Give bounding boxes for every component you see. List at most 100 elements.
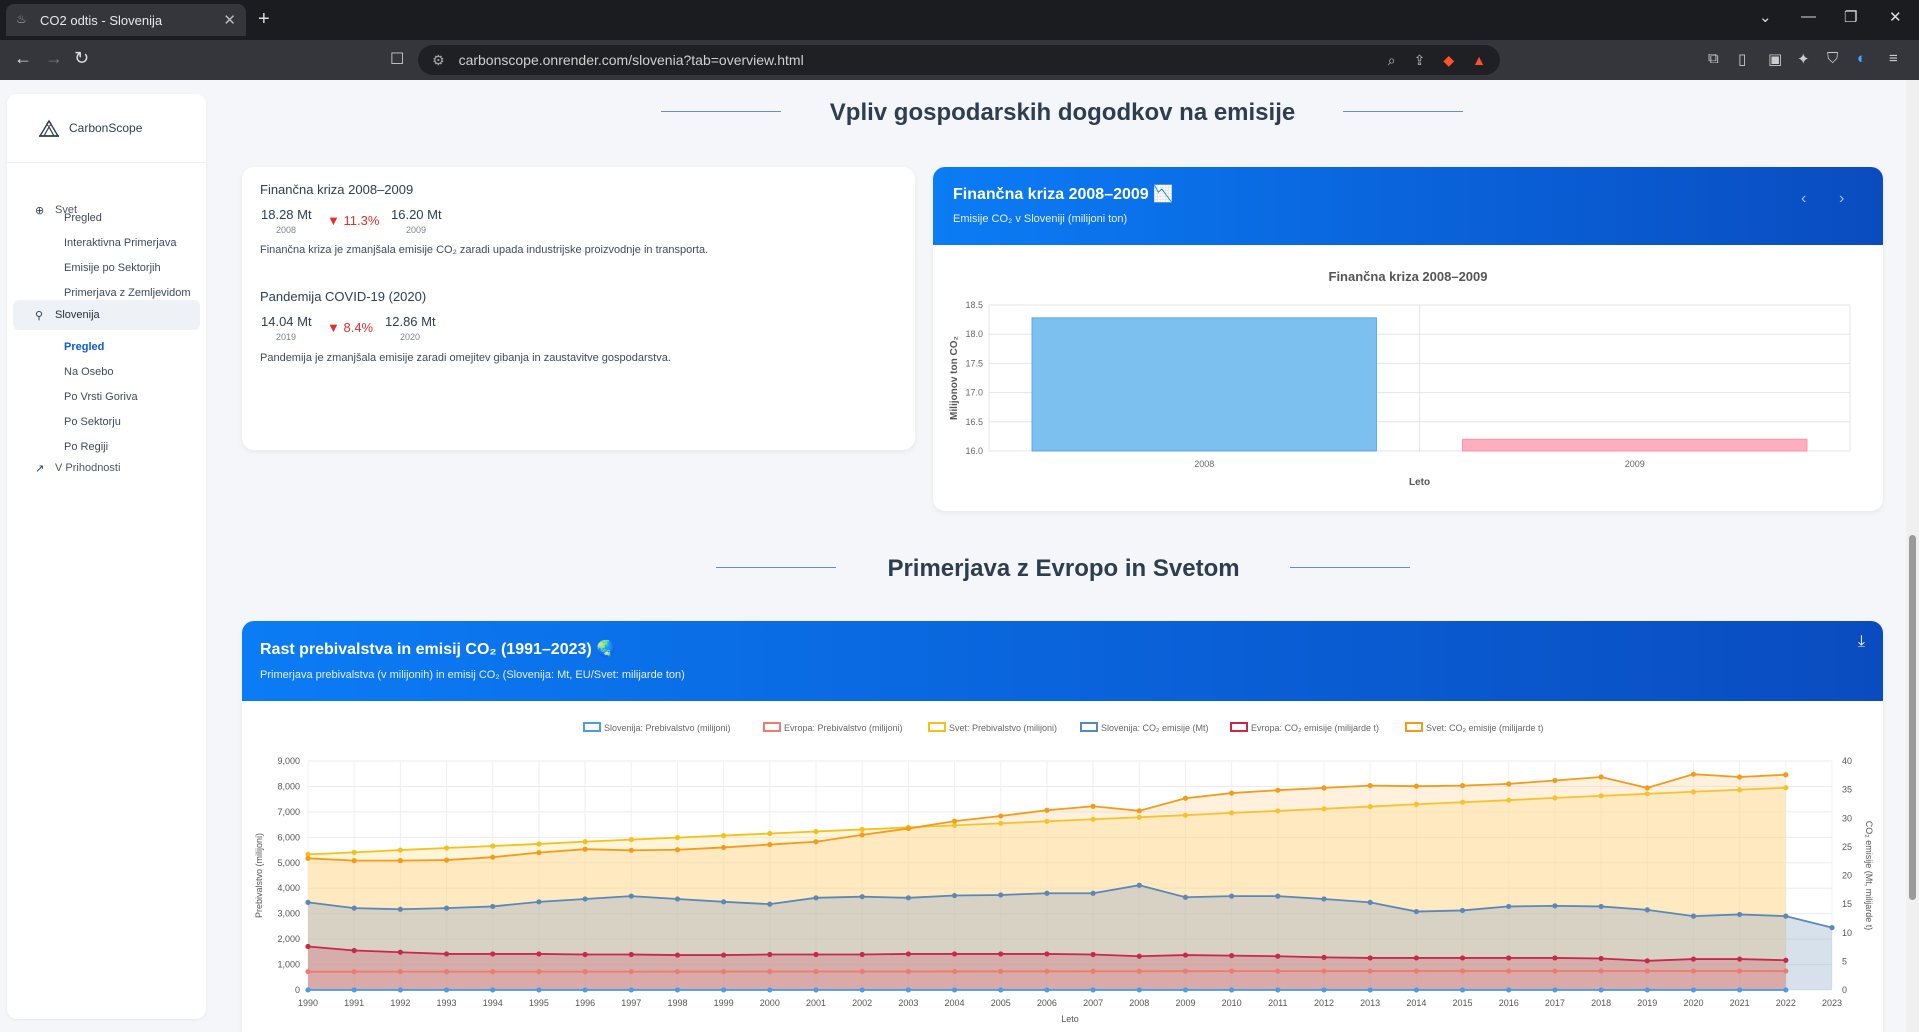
bar-2009 [1462, 438, 1808, 452]
x-tick-label: 2008 [1129, 998, 1149, 1008]
nav-slo-pregled[interactable]: Pregled [64, 341, 104, 353]
nav-svet-primerjava-z-zemljevidom[interactable]: Primerjava z Zemljevidom [64, 287, 191, 299]
legend-label: Svet: CO₂ emisije (milijarde t) [1426, 723, 1544, 733]
x-tick-label: 1990 [298, 998, 318, 1008]
nav-slo-na-osebo[interactable]: Na Osebo [64, 366, 114, 378]
minimize-icon[interactable]: — [1801, 8, 1816, 25]
series-point [1644, 907, 1650, 913]
x-tick-label: 2006 [1037, 998, 1057, 1008]
page-scrollbar[interactable] [1906, 80, 1919, 1032]
series-point [859, 987, 865, 993]
tab-search-chevron-icon[interactable]: ⌄ [1759, 8, 1772, 26]
series-point [1321, 896, 1327, 902]
nav-slo-po-vrsti-goriva[interactable]: Po Vrsti Goriva [64, 391, 138, 403]
tab-close-icon[interactable]: ✕ [223, 11, 236, 29]
series-point [397, 969, 403, 975]
legend-label: Svet: Prebivalstvo (milijoni) [949, 723, 1057, 733]
prev-chevron-icon[interactable]: ‹ [1801, 190, 1806, 208]
series-point [998, 987, 1004, 993]
site-settings-icon[interactable]: ⚙ [432, 52, 445, 69]
series-point [1413, 968, 1419, 974]
nav-slo-po-regiji[interactable]: Po Regiji [64, 441, 108, 453]
covid-percent-change: ▼ 8.4% [327, 320, 374, 335]
nav-slovenija-label: Slovenija [55, 309, 100, 321]
right-y-tick-label: 10 [1842, 928, 1852, 938]
population-line-chart: Slovenija: Prebivalstvo (milijoni) Evropa… [254, 722, 1874, 1024]
series-point [1737, 774, 1743, 780]
x-tick-label: 2004 [945, 998, 965, 1008]
nav-slovenija[interactable]: ⚲ Slovenija [13, 300, 200, 330]
menu-icon[interactable]: ≡ [1889, 50, 1898, 67]
restore-icon[interactable]: ❐ [1844, 8, 1857, 26]
bar-y-tick-label: 17.5 [965, 358, 983, 368]
crisis-bar-chart: Finančna kriza 2008–2009 18.5 18.0 17.5 17.0… [949, 269, 1851, 488]
series-point [674, 896, 681, 902]
series-point [1459, 968, 1466, 974]
nav-svet-interaktivna-primerjava[interactable]: Interaktivna Primerjava [64, 237, 177, 249]
vpn-icon[interactable]: ⛉ [1827, 50, 1838, 67]
bookmark-icon[interactable]: ☐ [390, 49, 404, 69]
left-y-axis-label: Prebivalstvo (milijoni) [254, 833, 264, 918]
nav-svet-pregled[interactable]: Pregled [64, 212, 102, 224]
series-point [674, 834, 681, 841]
zoom-icon[interactable]: ⌕ [1388, 52, 1396, 69]
x-tick-label: 2009 [1175, 998, 1195, 1008]
series-point [1136, 808, 1142, 814]
series-point [628, 969, 634, 975]
x-tick-label: 2014 [1406, 998, 1426, 1008]
crisis-chart-header: Finančna kriza 2008–2009 📉 Emisije CO₂ v… [933, 167, 1883, 245]
nav-v-prihodnosti[interactable]: ↗ V Prihodnosti [13, 453, 200, 483]
new-tab-icon[interactable]: + [258, 8, 270, 31]
page-scrollbar-thumb[interactable] [1909, 535, 1916, 900]
series-point [628, 951, 634, 958]
series-point [1413, 908, 1419, 915]
series-point [1459, 907, 1466, 914]
series-point [1275, 787, 1281, 793]
right-y-tick-label: 25 [1842, 842, 1852, 852]
series-point [582, 896, 588, 902]
share-icon[interactable]: ⇪ [1414, 52, 1426, 69]
nav-slo-po-sektorju[interactable]: Po Sektorju [64, 416, 121, 428]
series-point [951, 968, 958, 975]
x-tick-label: 2005 [991, 998, 1011, 1008]
brave-rewards-icon[interactable]: ▲ [1472, 52, 1486, 68]
download-icon[interactable]: ⤓ [1858, 633, 1865, 651]
series-point [536, 987, 542, 993]
extension-icon[interactable]: ◐ [1857, 50, 1866, 67]
series-point [951, 987, 958, 993]
series-point [674, 952, 681, 958]
series-point [1090, 951, 1096, 958]
series-point [351, 969, 357, 975]
legend-label: Slovenija: Prebivalstvo (milijoni) [604, 723, 731, 733]
next-chevron-icon[interactable]: › [1839, 190, 1844, 208]
series-point [998, 968, 1004, 974]
series-point [1136, 882, 1142, 888]
x-tick-label: 2007 [1083, 998, 1103, 1008]
back-icon[interactable]: ← [14, 48, 32, 69]
tab-title: CO2 odtis - Slovenija [40, 12, 163, 28]
series-point [397, 949, 403, 955]
brand[interactable]: CarbonScope [37, 116, 142, 140]
series-point [1598, 968, 1604, 974]
series-point [1275, 893, 1281, 899]
brave-shields-icon[interactable]: ◆ [1443, 52, 1454, 69]
browser-tab[interactable]: ♨ CO2 odtis - Slovenija ✕ [6, 4, 246, 36]
extensions-icon[interactable]: ⧉ [1708, 50, 1719, 67]
nav-svet-emisije-po-sektorjih[interactable]: Emisije po Sektorjih [64, 262, 161, 274]
forward-icon[interactable]: → [45, 48, 63, 69]
wallet-icon[interactable]: ▣ [1768, 50, 1782, 68]
series-point [1737, 968, 1743, 974]
series-point [951, 818, 958, 824]
window-close-icon[interactable]: ✕ [1889, 8, 1902, 26]
reload-icon[interactable]: ↻ [74, 48, 89, 69]
url-text[interactable]: carbonscope.onrender.com/slovenia?tab=ov… [459, 52, 1370, 68]
series-point [721, 899, 727, 905]
url-field[interactable]: ⚙ carbonscope.onrender.com/slovenia?tab=… [418, 45, 1500, 75]
nav-svet[interactable]: ⊕ Svet [13, 195, 200, 225]
section-title-comparison: Primerjava z Evropo in Svetom [887, 555, 1240, 582]
series-point [536, 850, 542, 856]
series-point [1229, 987, 1235, 993]
series-point [951, 892, 958, 899]
leo-ai-icon[interactable]: ✦ [1797, 50, 1810, 68]
sidebar-toggle-icon[interactable]: ▯ [1738, 50, 1746, 68]
